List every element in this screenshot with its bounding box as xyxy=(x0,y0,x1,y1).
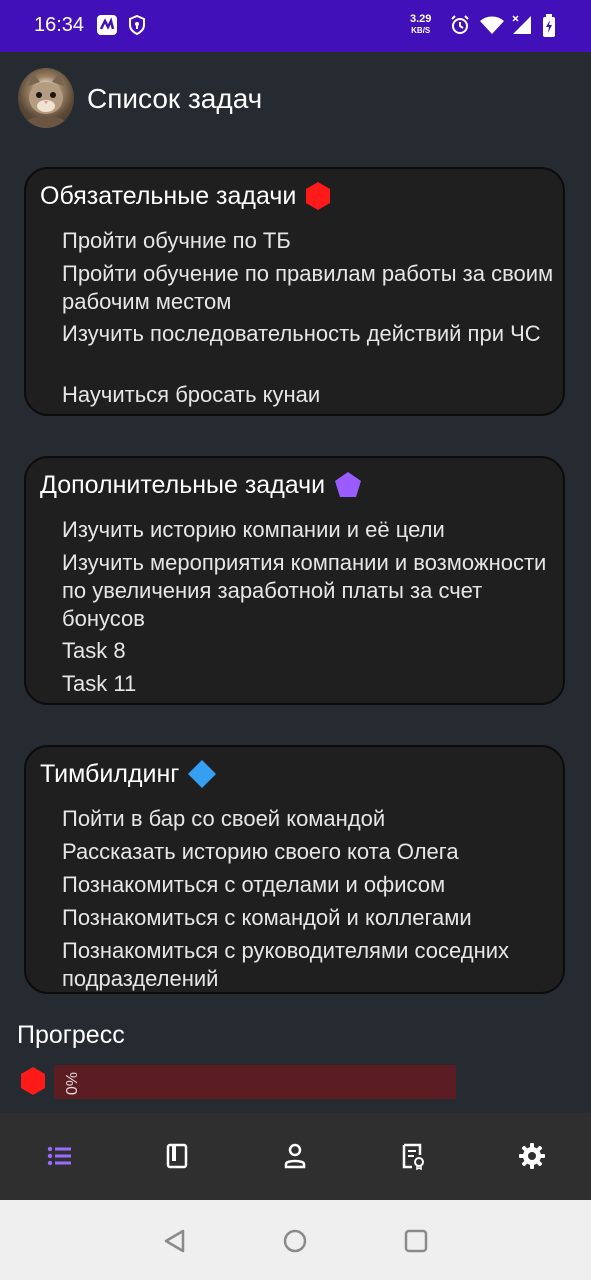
signal-icon xyxy=(511,14,533,41)
task-item[interactable]: Пройти обучение по правилам работы за св… xyxy=(62,260,562,316)
app-notification-icon xyxy=(96,14,118,41)
list-icon xyxy=(47,1146,71,1166)
wifi-icon xyxy=(479,14,505,41)
shield-icon xyxy=(127,14,147,41)
net-speed: 3.29 KB/S xyxy=(410,14,431,36)
task-item[interactable]: Task 8 xyxy=(62,637,562,665)
status-time: 16:34 xyxy=(34,14,85,36)
task-item[interactable]: Пойти в бар со своей командой xyxy=(62,805,562,833)
task-item[interactable]: Рассказать историю своего кота Олега xyxy=(62,838,562,866)
book-icon xyxy=(166,1143,188,1169)
person-icon xyxy=(284,1143,306,1169)
cat-avatar-icon xyxy=(24,72,68,128)
back-icon[interactable] xyxy=(162,1228,188,1254)
task-item[interactable]: Task 11 xyxy=(62,670,562,698)
task-card-required: Обязательные задачи Пройти обучние по ТБ… xyxy=(24,167,565,416)
gear-icon xyxy=(519,1143,545,1169)
app-header: Список задач xyxy=(0,52,591,146)
nav-documents[interactable] xyxy=(398,1141,428,1171)
progress-label: Прогресс xyxy=(17,1021,125,1049)
net-speed-value: 3.29 xyxy=(410,13,432,25)
progress-percent: %0 xyxy=(62,1072,79,1096)
document-icon xyxy=(402,1143,424,1171)
task-item[interactable]: Познакомиться с командой и коллегами xyxy=(62,904,562,932)
home-icon[interactable] xyxy=(282,1228,308,1254)
red-hexagon-icon xyxy=(306,182,331,210)
purple-pentagon-icon xyxy=(335,472,362,497)
net-speed-unit: KB/S xyxy=(411,26,431,35)
task-item[interactable]: Изучить историю компании и её цели xyxy=(62,516,562,544)
card-title: Тимбилдинг xyxy=(40,759,180,788)
system-nav-bar xyxy=(0,1200,591,1280)
alarm-icon xyxy=(449,14,471,41)
red-hexagon-icon xyxy=(21,1067,45,1095)
task-item[interactable]: Изучить мероприятия компании и возможнос… xyxy=(62,549,562,633)
recents-icon[interactable] xyxy=(403,1228,429,1254)
task-card-additional: Дополнительные задачи Изучить историю ко… xyxy=(24,456,565,705)
task-item[interactable]: Пройти обучние по ТБ xyxy=(62,227,562,255)
card-header: Обязательные задачи xyxy=(40,181,332,211)
task-item[interactable]: Познакомиться с отделами и офисом xyxy=(62,871,562,899)
task-item[interactable]: Научиться бросать кунаи xyxy=(62,381,562,409)
task-item[interactable]: Изучить последовательность действий при … xyxy=(62,320,562,348)
bottom-nav xyxy=(0,1113,591,1200)
progress-bar xyxy=(54,1065,456,1099)
battery-icon xyxy=(541,14,557,43)
card-header: Тимбилдинг xyxy=(40,759,217,789)
task-item[interactable]: Познакомиться с руководителями соседних … xyxy=(62,937,562,993)
card-header: Дополнительные задачи xyxy=(40,470,363,500)
avatar[interactable] xyxy=(18,68,74,128)
task-card-teambuilding: Тимбилдинг Пойти в бар со своей командой… xyxy=(24,745,565,994)
page-title: Список задач xyxy=(87,83,263,114)
nav-library[interactable] xyxy=(162,1141,192,1171)
card-title: Обязательные задачи xyxy=(40,181,297,210)
blue-diamond-icon xyxy=(188,760,217,788)
status-bar: 16:34 3.29 KB/S xyxy=(0,0,591,52)
nav-settings[interactable] xyxy=(517,1141,547,1171)
nav-profile[interactable] xyxy=(280,1141,310,1171)
nav-tasks[interactable] xyxy=(45,1141,75,1171)
card-title: Дополнительные задачи xyxy=(40,470,326,499)
